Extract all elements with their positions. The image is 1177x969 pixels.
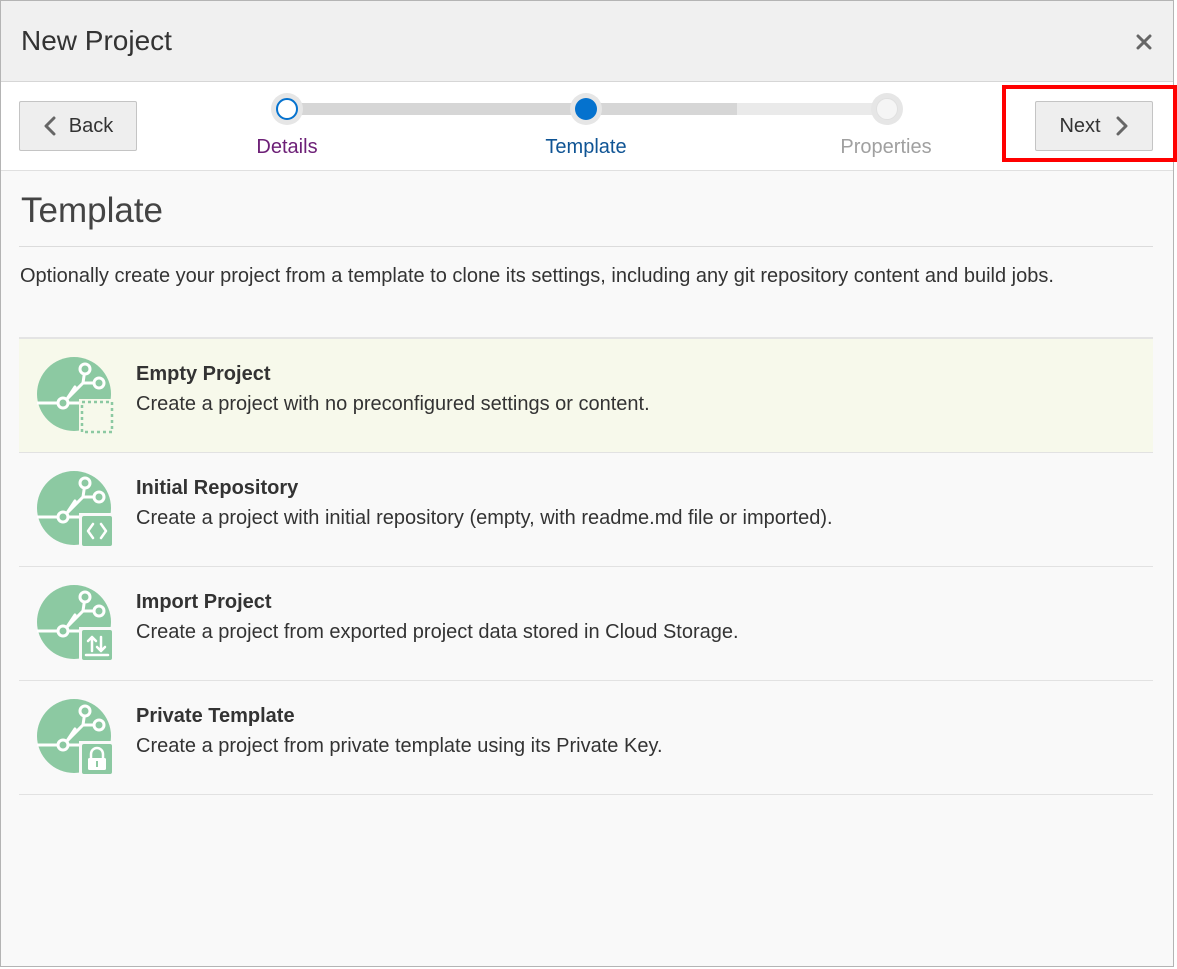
dialog-titlebar: New Project [1, 1, 1173, 82]
template-description: Create a project from private template u… [136, 735, 663, 757]
template-item-import-project[interactable]: Import Project Create a project from exp… [19, 567, 1153, 681]
wizard-nav: Back Details Template Properties Next [1, 82, 1173, 171]
template-description: Create a project with initial repository… [136, 507, 833, 529]
step-details-label[interactable]: Details [256, 136, 317, 159]
close-icon[interactable] [1133, 31, 1155, 53]
initial-repository-icon [37, 471, 115, 549]
section-divider [19, 246, 1153, 247]
template-description: Create a project from exported project d… [136, 621, 739, 643]
private-template-icon [37, 699, 115, 777]
train-line-remaining [737, 103, 887, 115]
chevron-left-icon [44, 116, 56, 136]
template-item-empty-project[interactable]: Empty Project Create a project with no p… [19, 339, 1153, 453]
import-project-icon [37, 585, 115, 663]
step-properties-label[interactable]: Properties [840, 136, 931, 159]
back-button-label: Back [68, 114, 114, 137]
next-button-highlight [1002, 85, 1177, 162]
new-project-dialog: New Project Back Details Template Proper… [0, 0, 1174, 967]
section-title: Template [21, 191, 164, 230]
section-description: Optionally create your project from a te… [20, 265, 1054, 287]
template-name: Initial Repository [136, 477, 299, 499]
template-item-private-template[interactable]: Private Template Create a project from p… [19, 681, 1153, 795]
step-properties-dot[interactable] [871, 93, 903, 125]
template-list: Empty Project Create a project with no p… [19, 339, 1153, 795]
template-item-initial-repository[interactable]: Initial Repository Create a project with… [19, 453, 1153, 567]
template-name: Import Project [136, 591, 272, 613]
step-template-label[interactable]: Template [545, 136, 626, 159]
template-name: Private Template [136, 705, 295, 727]
step-template-dot[interactable] [570, 93, 602, 125]
empty-project-icon [37, 357, 115, 435]
step-details-dot[interactable] [271, 93, 303, 125]
template-description: Create a project with no preconfigured s… [136, 393, 650, 415]
back-button[interactable]: Back [19, 101, 137, 151]
train-line-completed [287, 103, 737, 115]
dialog-title: New Project [21, 25, 172, 56]
template-name: Empty Project [136, 363, 271, 385]
